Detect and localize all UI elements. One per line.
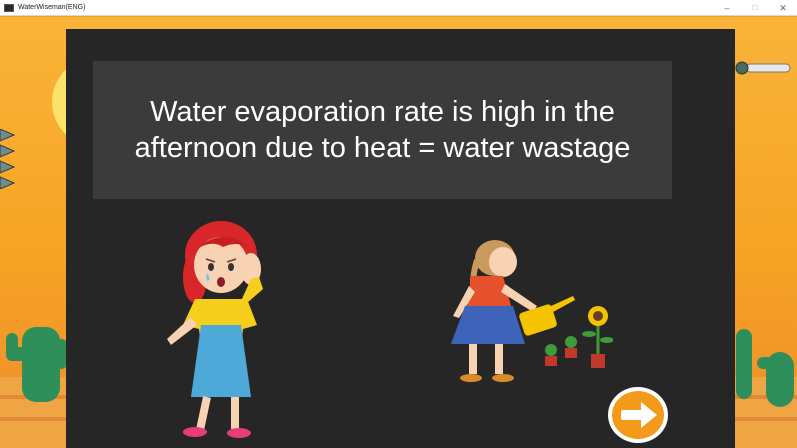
worried-girl-illustration (167, 221, 263, 438)
maximize-button[interactable]: ☐ (741, 0, 769, 16)
minimize-button[interactable]: – (713, 0, 741, 16)
message-box: Water evaporation rate is high in the af… (93, 61, 672, 199)
app-icon (4, 3, 14, 12)
window-titlebar: WaterWiseman(ENG) – ☐ ✕ (0, 0, 797, 16)
window-title: WaterWiseman(ENG) (18, 4, 86, 11)
thermometer-icon (735, 61, 791, 75)
next-button[interactable] (607, 386, 669, 444)
spikes-icon (0, 129, 16, 189)
message-text: Water evaporation rate is high in the af… (134, 96, 631, 164)
girl-watering-plants-illustration (451, 240, 613, 382)
window-controls: – ☐ ✕ (713, 0, 797, 16)
info-panel: Water evaporation rate is high in the af… (66, 29, 735, 448)
close-button[interactable]: ✕ (769, 0, 797, 16)
